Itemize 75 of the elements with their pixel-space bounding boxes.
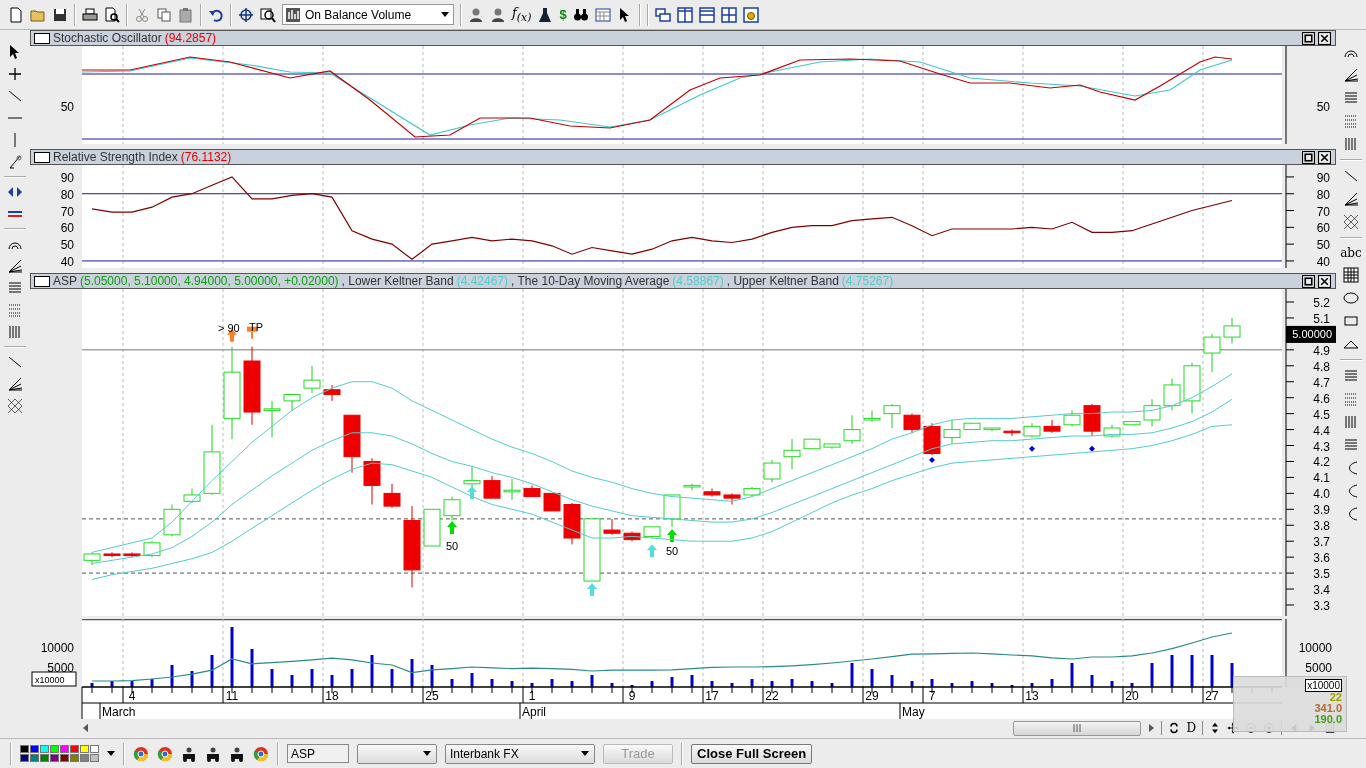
- axis-label: 4.3: [1313, 439, 1330, 454]
- month-label: May: [902, 705, 925, 719]
- axis-label: 3.7: [1313, 535, 1330, 550]
- indicator-value: (94.2857): [164, 31, 217, 45]
- date-label: 13: [1025, 689, 1039, 703]
- axis-label: 4.1: [1313, 471, 1330, 486]
- axis-label: 4.9: [1313, 343, 1330, 358]
- series-value: (4.42467): [456, 274, 509, 288]
- signal-label: TP: [249, 320, 264, 333]
- axis-label: 10000: [40, 641, 74, 655]
- overview-value: 190.0: [1314, 714, 1342, 725]
- date-label: 18: [325, 689, 339, 703]
- overview-value: 22: [1329, 692, 1342, 703]
- axis-label: 50: [1316, 238, 1330, 253]
- date-label: 22: [765, 689, 779, 703]
- axis-label: 4.4: [1313, 423, 1330, 438]
- month-label: April: [522, 705, 546, 719]
- axis-label: 50: [60, 238, 74, 253]
- axis-label: 3.4: [1313, 583, 1330, 598]
- axis-label: 5.1: [1313, 311, 1330, 326]
- axis-label: 60: [60, 221, 74, 236]
- axis-label: 4.5: [1313, 407, 1330, 422]
- axis-label: 3.8: [1313, 519, 1330, 534]
- axis-label: 4.6: [1313, 391, 1330, 406]
- axis-label: 60: [1316, 221, 1330, 236]
- panel-title: Relative Strength Index: [53, 150, 178, 164]
- axis-label: 3.6: [1313, 551, 1330, 566]
- date-label: 29: [865, 689, 879, 703]
- axis-label: 70: [60, 204, 74, 219]
- axis-label: 3.3: [1313, 599, 1330, 613]
- multiplier-label: x10000: [35, 675, 65, 685]
- axis-label: 50: [1316, 100, 1330, 114]
- date-label: 20: [1125, 689, 1139, 703]
- signal-label: 50: [666, 544, 679, 557]
- series-name: ASP: [53, 274, 77, 288]
- signal-label: 50: [446, 540, 459, 552]
- axis-label: 5000: [47, 661, 74, 675]
- series-name: , Lower Keltner Band: [341, 274, 454, 288]
- month-label: March: [102, 705, 136, 719]
- date-label: 4: [128, 689, 136, 703]
- date-label: 27: [1205, 689, 1219, 703]
- overview-value: 341.0: [1314, 703, 1342, 714]
- series-name: , The 10-Day Moving Average: [511, 274, 670, 288]
- axis-label: 4.8: [1313, 359, 1330, 374]
- axis-label: 4.0: [1313, 487, 1330, 502]
- axis-label: 80: [1316, 187, 1330, 202]
- indicator-value: (76.1132): [180, 150, 232, 164]
- axis-label: 40: [60, 254, 74, 268]
- date-label: 1: [528, 689, 536, 703]
- date-label: 7: [928, 689, 936, 703]
- axis-label: 50: [60, 100, 74, 114]
- axis-label: 40: [1316, 254, 1330, 268]
- panel-title: Stochastic Oscillator: [53, 31, 162, 45]
- axis-label: 4.2: [1313, 455, 1330, 470]
- multiplier-label: x10000: [1305, 679, 1342, 692]
- series-value: (5.05000, 5.10000, 4.94000, 5.00000, +0.02000): [80, 274, 339, 288]
- axis-label: 10000: [1298, 641, 1332, 655]
- date-label: 9: [628, 689, 636, 703]
- axis-label: 70: [1316, 204, 1330, 219]
- axis-label: 90: [1316, 170, 1330, 185]
- series-name: , Upper Keltner Band: [726, 274, 839, 288]
- axis-label: 5.2: [1313, 296, 1330, 310]
- axis-label: 4.7: [1313, 375, 1330, 390]
- date-label: 17: [705, 689, 719, 703]
- date-label: 11: [225, 689, 239, 703]
- axis-label: 3.9: [1313, 503, 1330, 518]
- axis-label: 3.5: [1313, 567, 1330, 582]
- date-label: 25: [425, 689, 439, 703]
- series-value: (4.75267): [841, 274, 894, 288]
- axis-label: 5000: [1305, 661, 1332, 675]
- axis-label: 90: [60, 170, 74, 185]
- current-price-tag: 5.00000: [1286, 325, 1336, 343]
- axis-label: 80: [60, 187, 74, 202]
- signal-label: > 90: [218, 322, 240, 335]
- series-value: (4.58867): [672, 274, 724, 288]
